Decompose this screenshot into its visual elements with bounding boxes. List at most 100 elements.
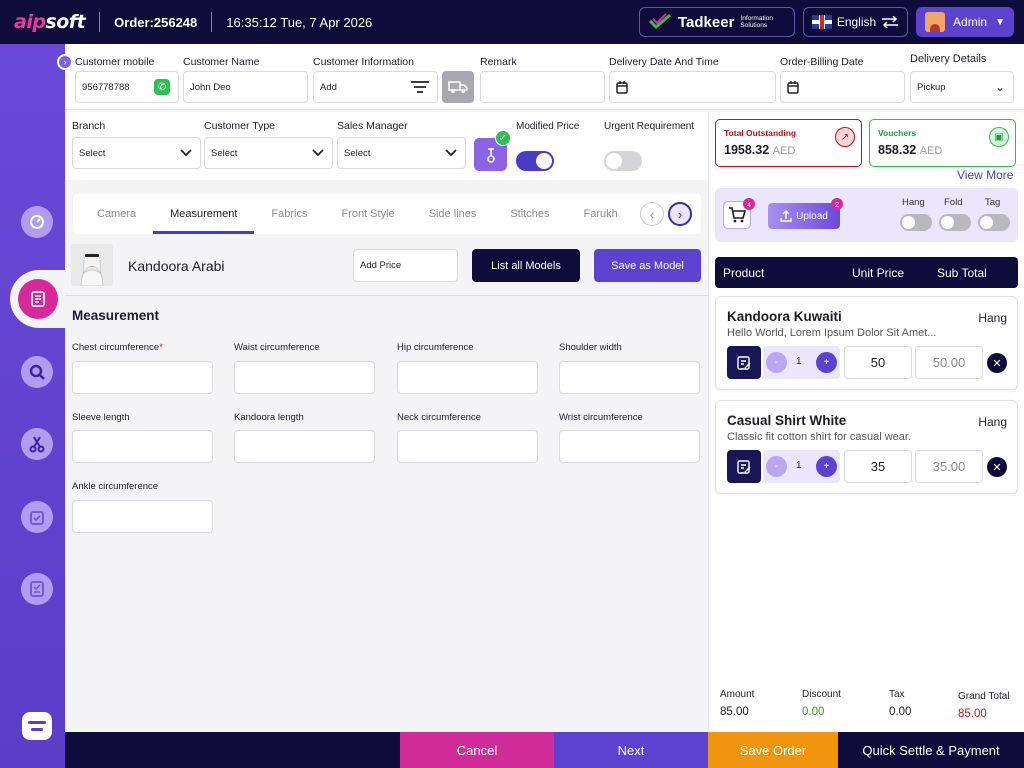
customer-info-input[interactable]: Add — [313, 71, 438, 103]
tab-fabrics[interactable]: Fabrics — [254, 194, 324, 234]
unit-price-input[interactable]: 35 — [844, 450, 912, 483]
search-icon — [29, 364, 45, 380]
remove-item-button[interactable]: ✕ — [987, 457, 1007, 477]
whatsapp-icon[interactable]: ✆ — [154, 79, 170, 95]
sidebar-item-refresh[interactable] — [21, 206, 53, 238]
ankle-input[interactable] — [72, 500, 213, 533]
edit-note-icon — [737, 355, 751, 370]
decrease-qty-button[interactable]: - — [766, 352, 787, 373]
modified-price-toggle[interactable] — [516, 151, 554, 171]
user-menu[interactable]: Admin ▼ — [916, 7, 1014, 37]
refresh-icon — [30, 215, 44, 229]
customer-type-select[interactable]: Select — [204, 137, 333, 169]
aipsoft-logo: aipsoft — [14, 11, 86, 33]
discount-total: Discount 0.00 — [802, 689, 841, 718]
save-as-model-button[interactable]: Save as Model — [594, 249, 701, 282]
view-more-link[interactable]: View More — [957, 168, 1013, 182]
quantity-stepper: - 1 + — [763, 450, 840, 483]
decrease-qty-button[interactable]: - — [766, 456, 787, 477]
mobile-input[interactable]: 956778788 ✆ — [75, 71, 179, 103]
fold-toggle[interactable] — [939, 214, 971, 231]
tab-front-style[interactable]: Front Style — [324, 194, 411, 234]
trend-up-icon: ↗ — [835, 127, 855, 147]
sidebar-item-reports[interactable] — [21, 573, 53, 605]
tabs-next-button[interactable]: › — [668, 202, 692, 226]
sidebar-item-orders[interactable] — [10, 270, 65, 328]
mobile-label: Customer mobile — [75, 56, 155, 68]
upload-count-badge: 2 — [831, 198, 843, 210]
tab-measurement[interactable]: Measurement — [153, 194, 255, 234]
delivery-datetime-input[interactable] — [609, 71, 776, 103]
chest-input[interactable] — [72, 361, 213, 394]
tab-stitches[interactable]: Stitches — [493, 194, 566, 234]
unit-price-input[interactable]: 50 — [844, 346, 912, 379]
chevron-down-icon: ▼ — [995, 16, 1005, 28]
wrist-input[interactable] — [559, 430, 700, 463]
urgent-requirement-toggle[interactable] — [604, 151, 642, 171]
kandoora-length-input[interactable] — [234, 430, 375, 463]
total-outstanding-card[interactable]: Total Outstanding 1958.32 AED ↗ — [715, 119, 862, 167]
remove-item-button[interactable]: ✕ — [987, 353, 1007, 373]
increase-qty-button[interactable]: + — [816, 456, 837, 477]
ankle-label: Ankle circumference — [72, 481, 159, 492]
list-all-models-button[interactable]: List all Models — [472, 249, 580, 282]
sidebar-expand-button[interactable]: › — [57, 54, 73, 70]
scissors-icon — [29, 436, 45, 453]
swap-arrows-icon — [881, 16, 898, 28]
remark-input[interactable] — [480, 71, 605, 103]
save-order-button[interactable]: Save Order — [708, 732, 838, 768]
upload-icon — [780, 210, 792, 222]
upload-button[interactable]: Upload — [768, 203, 840, 229]
chest-label: Chest circumference* — [72, 342, 163, 353]
chat-button[interactable] — [22, 712, 52, 740]
language-switcher[interactable]: English — [803, 7, 908, 37]
sleeve-input[interactable] — [72, 430, 213, 463]
delivery-details-select[interactable]: Pickup ⌄ — [910, 71, 1014, 103]
customer-name-input[interactable]: John Deo — [183, 71, 308, 103]
delivery-truck-button[interactable] — [442, 71, 474, 103]
main-content: Camera Measurement Fabrics Front Style S… — [65, 180, 708, 732]
header-divider — [99, 12, 101, 32]
language-label: English — [836, 15, 877, 29]
calendar-icon — [787, 80, 799, 94]
branch-select[interactable]: Select — [72, 137, 201, 169]
fold-label: Fold — [944, 197, 963, 208]
vouchers-card[interactable]: Vouchers 858.32 AED ▣ — [869, 119, 1016, 167]
hip-input[interactable] — [397, 361, 538, 394]
edit-note-button[interactable] — [727, 346, 761, 379]
tab-side-lines[interactable]: Side lines — [412, 194, 494, 234]
truck-icon — [448, 81, 468, 94]
shoulder-input[interactable] — [559, 361, 700, 394]
neck-input[interactable] — [397, 430, 538, 463]
tab-farukh[interactable]: Farukh — [566, 194, 634, 234]
product-item: Casual Shirt White Classic fit cotton sh… — [715, 400, 1018, 494]
sales-manager-select[interactable]: Select — [337, 137, 466, 169]
edit-note-icon — [737, 459, 751, 474]
cancel-button[interactable]: Cancel — [400, 732, 554, 768]
sidebar-item-tailoring[interactable] — [21, 428, 53, 460]
increase-qty-button[interactable]: + — [816, 352, 837, 373]
tag-toggle[interactable] — [978, 214, 1010, 231]
sidebar-item-search[interactable] — [21, 356, 53, 388]
next-button[interactable]: Next — [554, 732, 708, 768]
quick-settle-payment-button[interactable]: Quick Settle & Payment — [838, 732, 1024, 768]
sub-total: 35.00 — [915, 450, 983, 483]
edit-note-button[interactable] — [727, 450, 761, 483]
kandoora-model-image — [71, 244, 113, 286]
sidebar — [0, 44, 65, 768]
sidebar-item-delivery[interactable] — [21, 501, 53, 533]
scooter-icon — [486, 147, 495, 163]
tabs-prev-button[interactable]: ‹ — [640, 202, 664, 226]
chevron-down-icon — [312, 149, 324, 157]
grand-total: Grand Total 85.00 — [958, 691, 1010, 720]
waist-input[interactable] — [234, 361, 375, 394]
user-name: Admin — [953, 15, 988, 29]
hang-toggle[interactable] — [900, 214, 932, 231]
add-price-input[interactable]: Add Price — [353, 249, 458, 282]
hip-label: Hip circumference — [397, 342, 474, 353]
billing-date-input[interactable] — [780, 71, 905, 103]
tab-camera[interactable]: Camera — [73, 194, 153, 234]
billing-date-label: Order-Billing Date — [780, 56, 864, 68]
kandoora-length-label: Kandoora length — [234, 412, 304, 423]
chevron-down-icon — [445, 149, 457, 157]
